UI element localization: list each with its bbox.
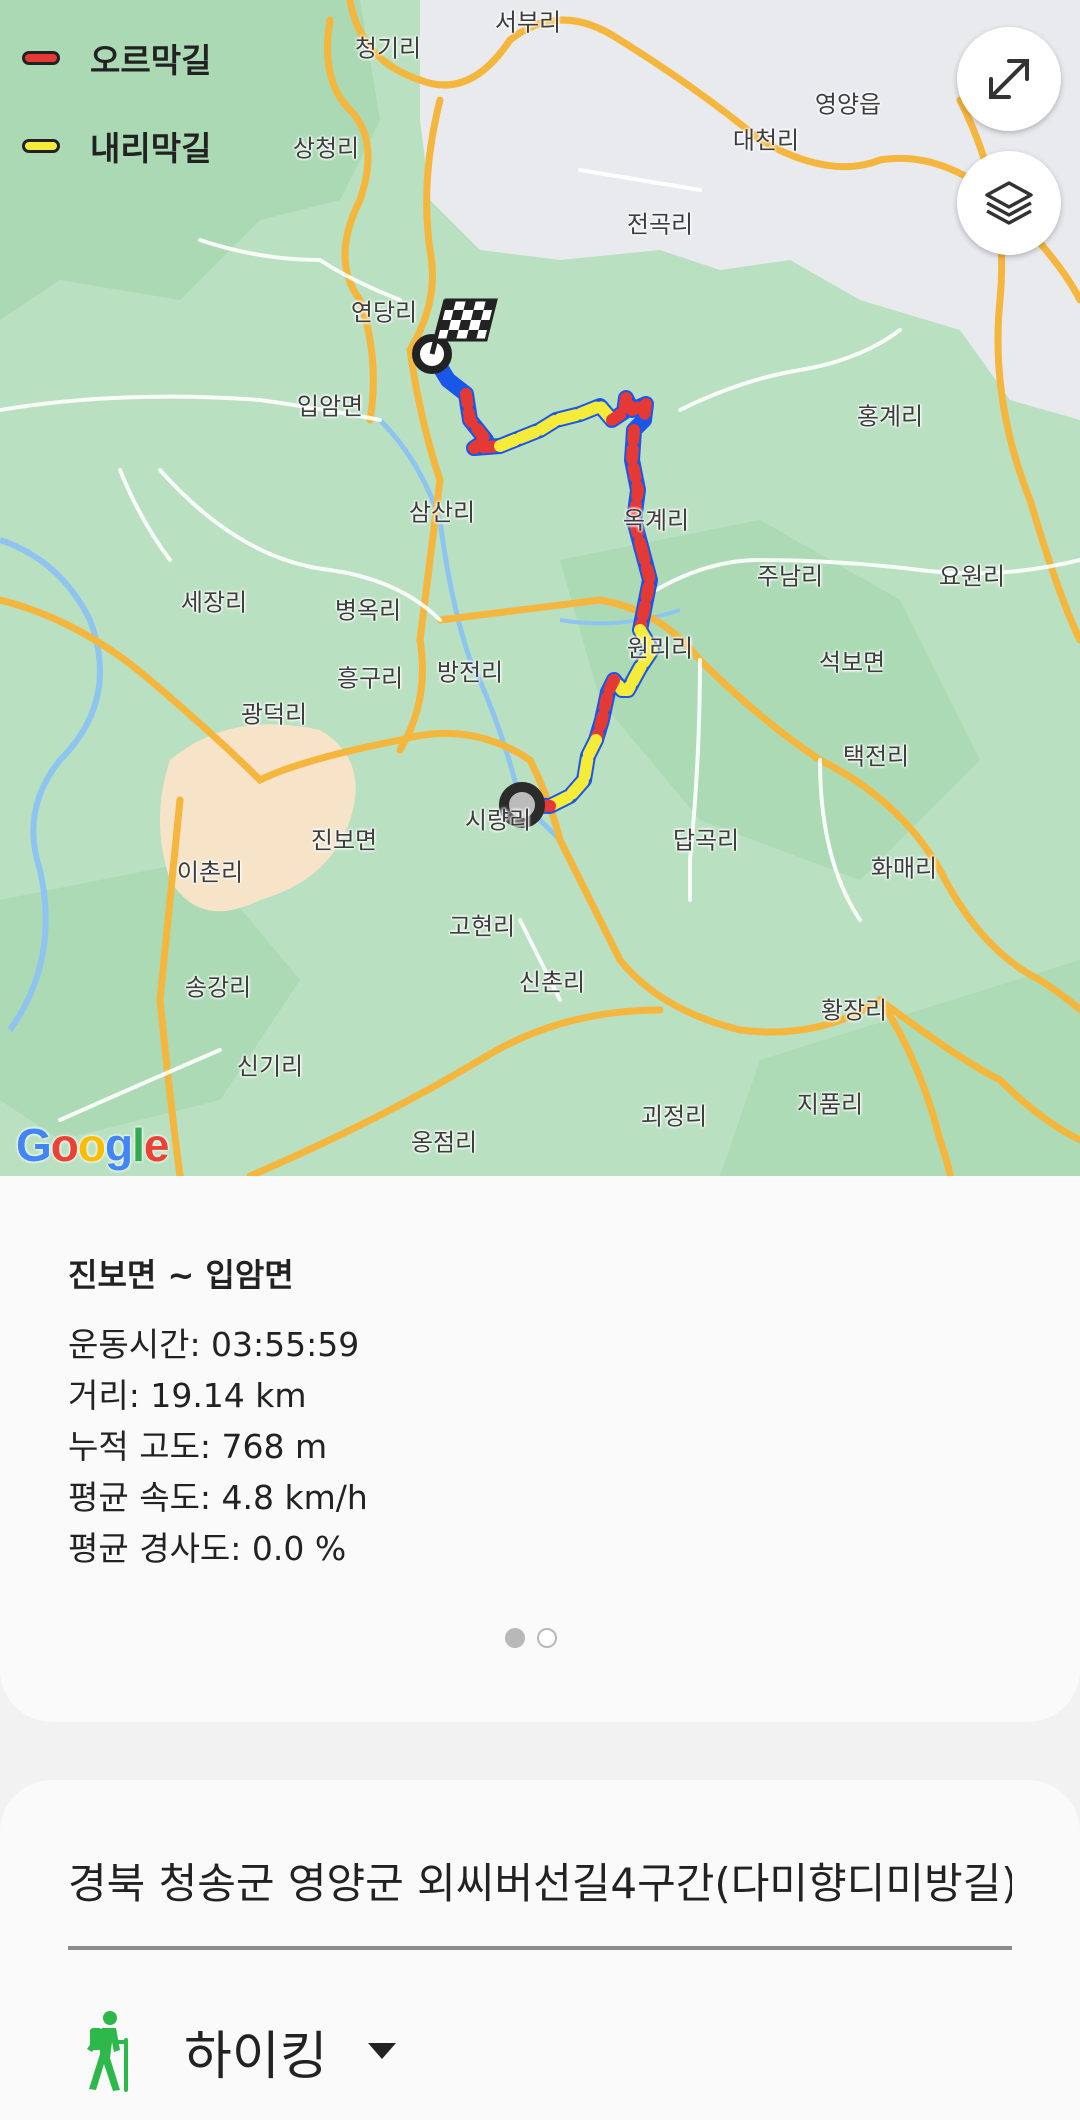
- expand-icon: [989, 59, 1029, 99]
- hiking-icon: [87, 2011, 128, 2092]
- place-label: 택전리: [842, 742, 910, 771]
- map-layers-button[interactable]: [957, 151, 1061, 255]
- place-label: 시량리: [464, 806, 532, 835]
- place-label: 고현리: [448, 912, 516, 941]
- place-label: 전곡리: [626, 210, 694, 239]
- activity-type-dropdown[interactable]: 하이킹: [80, 2010, 396, 2092]
- stat-average-grade: 평균 경사도: 0.0 %: [68, 1529, 347, 1568]
- page-dot-active[interactable]: [505, 1628, 525, 1648]
- place-label: 답곡리: [672, 826, 740, 855]
- place-label: 주남리: [756, 562, 824, 591]
- legend-downhill-label: 내리막길: [90, 129, 212, 168]
- google-logo: Google: [16, 1119, 169, 1171]
- record-name-input[interactable]: 경북 청송군 영양군 외씨버선길4구간(다미향디미방길): [68, 1850, 1012, 1908]
- place-label: 서부리: [494, 8, 562, 37]
- place-label: 연당리: [350, 298, 418, 327]
- chevron-down-icon: [367, 2043, 396, 2059]
- route-title: 진보면 ~ 입암면: [68, 1256, 294, 1294]
- place-label: 영양읍: [814, 90, 882, 119]
- stat-duration: 운동시간: 03:55:59: [68, 1325, 360, 1364]
- place-label: 지품리: [796, 1090, 864, 1119]
- place-label: 요원리: [938, 562, 1006, 591]
- place-label: 송강리: [184, 973, 252, 1002]
- place-label: 신촌리: [518, 968, 586, 997]
- place-label: 세장리: [180, 588, 248, 617]
- place-label: 화매리: [870, 854, 938, 883]
- map-view[interactable]: 서부리청기리영양읍대천리 상청리전곡리연당리입암면 홍계리삼산리 옥계리주남리 요원리세…: [0, 0, 1080, 1176]
- record-name-underline: [68, 1946, 1012, 1950]
- page-indicator[interactable]: [505, 1628, 569, 1648]
- legend-uphill: 오르막길: [22, 34, 211, 82]
- legend-downhill: 내리막길: [22, 122, 211, 170]
- route-downhill-segment: [544, 734, 602, 812]
- stat-distance: 거리: 19.14 km: [68, 1376, 307, 1415]
- fullscreen-button[interactable]: [957, 27, 1061, 131]
- place-label: 옥계리: [622, 506, 690, 535]
- place-label: 황장리: [820, 996, 888, 1025]
- place-label: 삼산리: [408, 498, 476, 527]
- place-label: 석보면: [818, 648, 886, 677]
- place-label: 상청리: [292, 134, 360, 163]
- place-label: 입암면: [296, 392, 364, 421]
- place-label: 흥구리: [336, 664, 404, 693]
- legend-uphill-swatch: [22, 51, 60, 65]
- stat-elevation-gain: 누적 고도: 768 m: [68, 1427, 328, 1466]
- place-label: 신기리: [236, 1052, 304, 1081]
- place-label: 이촌리: [176, 858, 244, 887]
- place-label: 대천리: [732, 126, 800, 155]
- legend-uphill-label: 오르막길: [90, 41, 212, 80]
- page-dot[interactable]: [537, 1628, 557, 1648]
- finish-flag-icon: [412, 298, 498, 374]
- place-label: 병옥리: [334, 596, 402, 625]
- place-label: 홍계리: [856, 402, 924, 431]
- stat-average-speed: 평균 속도: 4.8 km/h: [68, 1478, 368, 1517]
- place-label: 괴정리: [640, 1102, 708, 1131]
- place-label: 원리리: [626, 634, 694, 663]
- place-label: 방전리: [436, 658, 504, 687]
- legend-downhill-swatch: [22, 139, 60, 153]
- place-label: 옹점리: [410, 1128, 478, 1157]
- route-track: [412, 298, 660, 828]
- activity-type-label: 하이킹: [184, 2026, 328, 2087]
- layers-icon: [985, 181, 1033, 225]
- place-label: 청기리: [354, 34, 422, 63]
- place-label: 진보면: [310, 826, 378, 855]
- place-label: 광덕리: [240, 700, 308, 729]
